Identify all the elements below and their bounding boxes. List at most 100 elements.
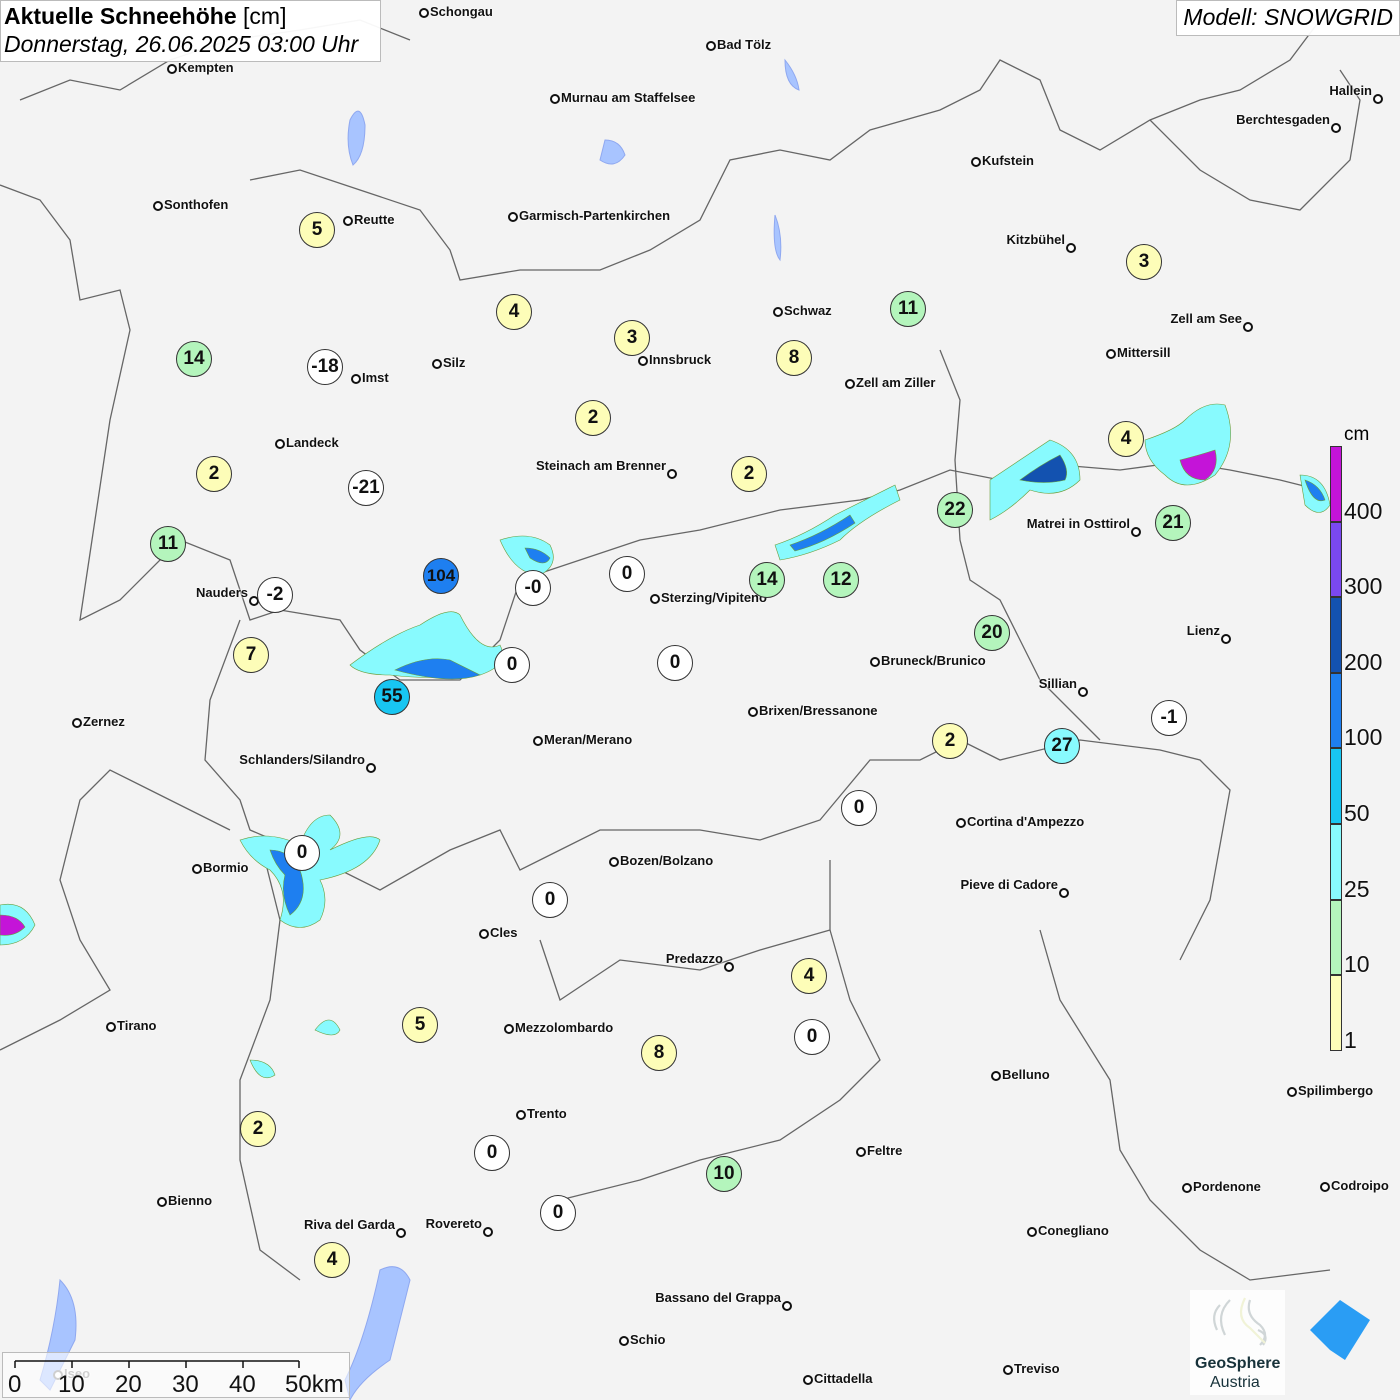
city-marker-icon [153, 201, 163, 211]
city-label: Schio [630, 1332, 666, 1347]
city-marker-icon [106, 1022, 116, 1032]
city-label: Feltre [867, 1143, 903, 1158]
city-label: Imst [362, 370, 389, 385]
snow-depth-marker: 3 [1126, 244, 1162, 280]
city-label: Reutte [354, 212, 395, 227]
legend-swatch [1330, 975, 1342, 1051]
city-marker-icon [650, 594, 660, 604]
city-label: Spilimbergo [1298, 1083, 1374, 1098]
snow-depth-marker: 8 [641, 1035, 677, 1071]
model-label: Modell: SNOWGRID [1176, 0, 1400, 36]
city-marker-icon [773, 307, 783, 317]
city-label: Bad Tölz [717, 37, 772, 52]
city-marker-icon [479, 929, 489, 939]
snow-depth-marker: 3 [614, 320, 650, 356]
snow-depth-marker: 2 [240, 1111, 276, 1147]
legend-label: 50 [1344, 800, 1370, 826]
snow-depth-marker: -18 [307, 349, 343, 385]
city-marker-icon [396, 1228, 406, 1238]
city-marker-icon [366, 763, 376, 773]
city-marker-icon [275, 439, 285, 449]
city-marker-icon [1320, 1182, 1330, 1192]
city-marker-icon [1027, 1227, 1037, 1237]
city-marker-icon [157, 1197, 167, 1207]
city-label: Innsbruck [649, 352, 712, 367]
city-label: Rovereto [425, 1216, 482, 1231]
snow-depth-marker: 0 [657, 645, 693, 681]
snow-depth-marker: 0 [494, 647, 530, 683]
legend-label: 25 [1344, 875, 1370, 902]
city-label: Mittersill [1117, 345, 1171, 360]
scale-label: 50km [285, 1371, 344, 1398]
snow-depth-marker: 5 [299, 212, 335, 248]
snow-depth-marker: 27 [1044, 728, 1080, 764]
snow-depth-marker: 4 [314, 1242, 350, 1278]
city-label: Bassano del Grappa [655, 1290, 781, 1305]
city-marker-icon [971, 157, 981, 167]
snow-depth-marker: -21 [348, 470, 384, 506]
snow-depth-marker: 4 [1108, 421, 1144, 457]
city-label: Sterzing/Vipiteno [661, 590, 767, 605]
city-marker-icon [351, 374, 361, 384]
city-label: Cittadella [814, 1371, 873, 1386]
city-label: Kitzbühel [1006, 232, 1066, 247]
city-label: Cles [490, 925, 518, 940]
snow-depth-marker: 10 [706, 1156, 742, 1192]
snow-depth-marker: 2 [196, 456, 232, 492]
city-marker-icon [516, 1110, 526, 1120]
city-label: Codroipo [1331, 1178, 1389, 1193]
snow-depth-marker: 0 [841, 790, 877, 826]
city-label: Bozen/Bolzano [620, 853, 714, 868]
city-marker-icon [533, 736, 543, 746]
city-label: Steinach am Brenner [535, 458, 666, 473]
city-label: Conegliano [1038, 1223, 1109, 1238]
snow-depth-marker: -1 [1151, 700, 1187, 736]
city-marker-icon [550, 94, 560, 104]
city-marker-icon [706, 41, 716, 51]
snow-depth-marker: 2 [731, 456, 767, 492]
city-label: Zernez [83, 714, 125, 729]
snow-depth-marker: 104 [423, 558, 459, 594]
city-marker-icon [956, 818, 966, 828]
city-marker-icon [504, 1024, 514, 1034]
city-label: Meran/Merano [544, 732, 633, 747]
scale-label: 0 [8, 1371, 22, 1398]
city-marker-icon [1131, 527, 1141, 537]
city-label: Murnau am Staffelsee [561, 90, 696, 105]
legend-unit: cm [1344, 424, 1370, 445]
map-title-box: Aktuelle Schneehöhe [cm] Donnerstag, 26.… [0, 0, 381, 62]
city-label: Riva del Garda [303, 1217, 395, 1232]
city-label: Hallein [1329, 83, 1372, 98]
snow-depth-marker: 0 [540, 1195, 576, 1231]
snow-depth-marker: 4 [496, 294, 532, 330]
city-marker-icon [1066, 243, 1076, 253]
city-label: Treviso [1014, 1361, 1060, 1376]
legend-swatch [1330, 748, 1342, 824]
city-label: Kufstein [982, 153, 1034, 168]
city-label: Bruneck/Brunico [881, 653, 986, 668]
city-label: Mezzolombardo [515, 1020, 614, 1035]
map-title: Aktuelle Schneehöhe [cm] [4, 3, 287, 29]
city-marker-icon [619, 1336, 629, 1346]
city-label: Sillian [1038, 676, 1077, 691]
scale-label: 40 [229, 1371, 256, 1398]
geosphere-austria-logo: GeoSphere Austria [1190, 1290, 1285, 1395]
city-label: Sonthofen [164, 197, 229, 212]
snow-depth-marker: 2 [575, 400, 611, 436]
city-marker-icon [609, 857, 619, 867]
scale-label: 30 [172, 1371, 199, 1398]
city-marker-icon [343, 216, 353, 226]
city-marker-icon [1182, 1183, 1192, 1193]
city-marker-icon [192, 864, 202, 874]
legend-label: 300 [1344, 573, 1383, 600]
city-label: Tirano [117, 1018, 157, 1033]
legend-label: 100 [1344, 724, 1383, 751]
snow-depth-marker: 4 [791, 958, 827, 994]
scale-label: 20 [115, 1371, 142, 1398]
snow-depth-marker: 14 [749, 562, 785, 598]
city-marker-icon [803, 1375, 813, 1385]
snow-depth-marker: -0 [515, 570, 551, 606]
legend-label: 1 [1344, 1026, 1357, 1053]
city-label: Schlanders/Silandro [239, 752, 365, 767]
snow-depth-marker: 12 [823, 562, 859, 598]
